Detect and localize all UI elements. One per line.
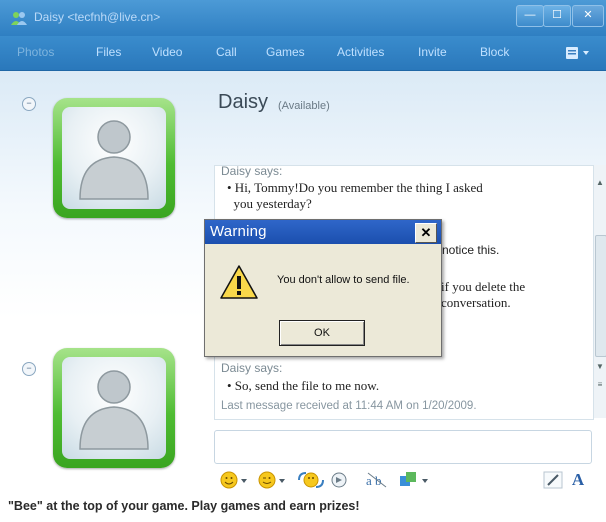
voice-clip-icon[interactable] [296,470,326,490]
handwriting-icon[interactable] [542,470,564,490]
collapse-contact-button[interactable]: − [22,97,36,111]
ok-button[interactable]: OK [279,320,365,346]
message-scrollbar[interactable]: ▲ ▼ ≡ [594,165,606,418]
last-message-timestamp: Last message received at 11:44 AM on 1/2… [221,400,477,412]
dialog-title-bar[interactable]: Warning ✕ [205,220,441,244]
dialog-title: Warning [210,223,267,240]
message-text: • So, send the file to me now. [227,378,380,393]
background-icon[interactable] [398,470,432,490]
warning-icon [219,264,259,300]
messenger-window: Daisy <tecfnh@live.cn> — ☐ ✕ Photos File… [0,0,606,522]
compose-toolbar: ab A [214,468,594,494]
dialog-message: You don't allow to send file. [277,274,410,286]
scroll-down-icon[interactable]: ▼ [594,361,606,373]
title-bar[interactable]: Daisy <tecfnh@live.cn> — ☐ ✕ [0,0,606,36]
message-input[interactable] [214,430,592,464]
dialog-close-button[interactable]: ✕ [415,223,437,243]
menu-games[interactable]: Games [266,45,305,59]
text-style-button[interactable]: A [568,470,588,490]
promo-link[interactable]: "Bee" at the top of your game. Play game… [8,499,360,513]
menu-call[interactable]: Call [216,45,237,59]
collapse-self-button[interactable]: − [22,362,36,376]
message-sender: Daisy says: [221,361,283,375]
messenger-logo-icon [10,10,28,26]
self-avatar[interactable] [53,348,175,468]
scroll-thumb[interactable] [595,235,606,357]
default-user-icon [79,370,149,450]
nudge-icon[interactable] [328,470,350,490]
options-icon[interactable] [564,45,598,61]
minimize-button[interactable]: — [516,5,544,27]
menu-files[interactable]: Files [96,45,121,59]
contact-status: (Available) [278,100,330,112]
menu-photos[interactable]: Photos [17,45,54,59]
font-icon[interactable]: ab [364,470,392,490]
menu-block[interactable]: Block [480,45,509,59]
close-button[interactable]: ✕ [572,5,604,27]
default-user-icon [79,120,149,200]
message-fragment: notice this. [442,243,500,257]
menu-bar: Photos Files Video Call Games Activities… [0,36,606,71]
maximize-button[interactable]: ☐ [543,5,571,27]
message-sender: Daisy says: [221,164,283,178]
contact-avatar[interactable] [53,98,175,218]
menu-invite[interactable]: Invite [418,45,447,59]
warning-dialog: Warning ✕ You don't allow to send file. … [204,219,442,357]
emoticon-icon[interactable] [220,470,250,490]
menu-video[interactable]: Video [152,45,182,59]
self-avatar-picture [62,357,166,459]
message-fragment: if you delete the conversation. [441,279,526,310]
contact-name: Daisy [218,91,269,113]
message-text: • Hi, Tommy!Do you remember the thing I … [227,180,483,211]
contact-avatar-picture [62,107,166,209]
dialog-body: You don't allow to send file. OK [205,244,441,356]
scroll-up-icon[interactable]: ▲ [594,177,606,189]
menu-activities[interactable]: Activities [337,45,384,59]
scroll-grip-icon[interactable]: ≡ [594,379,606,391]
wink-icon[interactable] [258,470,288,490]
window-title: Daisy <tecfnh@live.cn> [34,10,161,24]
